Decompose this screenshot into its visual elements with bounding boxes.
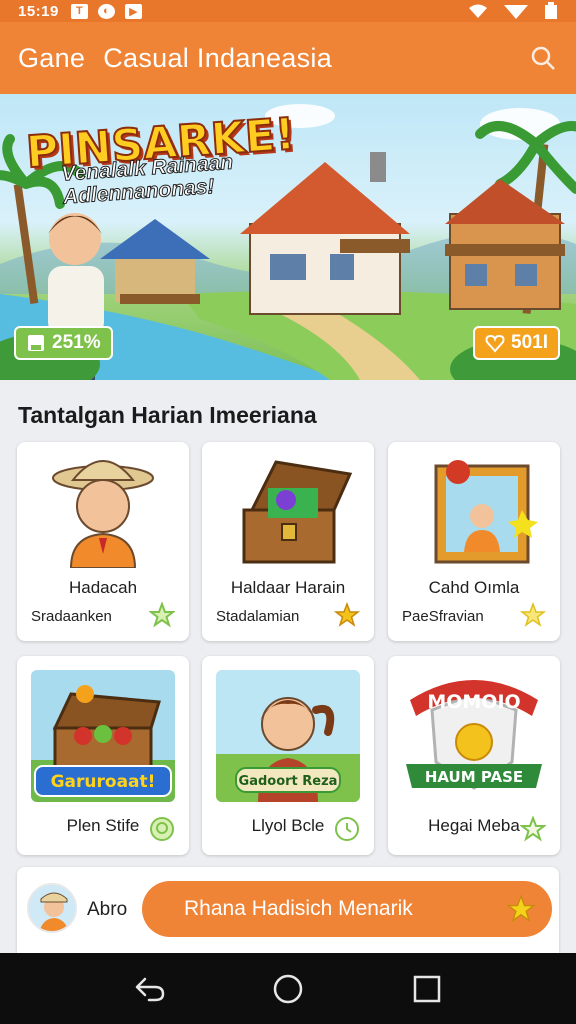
play-icon: ▶ [124,3,142,19]
avatar[interactable] [27,883,77,933]
challenge-card[interactable]: MOMOIO HAUM PASE Hegai Meba [388,656,560,855]
banner-badge-right-value: 501I [511,332,548,353]
apple-chest-illustration: Garuroaat! [31,670,175,802]
badge-bottom-label: HAUM PASE [425,768,523,786]
home-icon[interactable] [268,969,308,1009]
challenge-card[interactable]: Garuroaat! Plen Stife [17,656,189,855]
notification-icon: T [70,3,88,19]
girl-label: Gadoort Reza [239,774,338,789]
user-name: Abro [87,899,128,920]
recents-icon[interactable] [407,969,447,1009]
card-name: Hadacah [68,578,138,597]
green-star-icon[interactable] [520,816,546,842]
app-title-part2: Casual Indaneasia [103,42,333,73]
cta-label: Rhana Hadisich Menarik [184,897,413,920]
challenge-card[interactable]: Haldaar Harain Stadalamian [202,442,374,641]
app-title-part1: Gane [18,42,86,73]
badge-top-label: MOMOIO [427,691,520,713]
challenge-card[interactable]: Hadacah Sradaanken [17,442,189,641]
girl-illustration: Gadoort Reza [216,670,360,802]
card-subtitle: Sradaanken [31,608,112,625]
wifi-icon [469,4,487,18]
app-title: Gane Casual Indaneasia [18,43,332,74]
explorer-boy-illustration [31,450,175,568]
banner-badge-right: 501I [473,326,560,360]
battery-icon [545,2,557,19]
challenge-card[interactable]: Gadoort Reza Llyol Bcle [202,656,374,855]
vpn-icon: ◐ [97,3,115,19]
card-name: Cahd Oımla [428,578,520,597]
card-subtitle: Stadalamian [216,608,300,625]
treasure-chest-illustration [216,450,360,568]
green-star-icon[interactable] [149,602,175,628]
photo-frame-illustration [402,450,546,568]
heart-check-icon [485,334,505,353]
gold-star-icon[interactable] [334,602,360,628]
trophy-badge-illustration: MOMOIO HAUM PASE [402,670,546,802]
search-icon[interactable] [528,43,558,73]
hero-banner[interactable]: PINSARKE! Venalalk Rainaan Adlennanonas!… [0,94,576,380]
section-title: Tantalgan Harian Imeeriana [18,402,317,428]
status-bar: 15:19 T ◐ ▶ [0,0,576,22]
banner-badge-left-value: 251% [52,332,101,353]
bottom-action-card: Abro Rhana Hadisich Menarik [17,867,559,953]
cta-button[interactable]: Rhana Hadisich Menarik [142,881,552,937]
card-name: Haldaar Harain [230,578,346,597]
system-nav-bar [0,953,576,1024]
app-bar: Gane Casual Indaneasia [0,22,576,94]
save-icon [28,335,44,351]
chat-icon[interactable] [149,816,175,842]
clock-icon[interactable] [334,816,360,842]
challenge-card[interactable]: Cahd Oımla PaeSfravian [388,442,560,641]
status-time: 15:19 [18,2,59,20]
gold-star-icon [506,894,536,923]
card-subtitle: PaeSfravian [402,608,484,625]
signal-icon [504,5,528,19]
banner-badge-left: 251% [14,326,113,360]
chest-label: Garuroaat! [51,772,156,792]
gold-star-icon[interactable] [520,602,546,628]
back-icon[interactable] [129,969,169,1009]
